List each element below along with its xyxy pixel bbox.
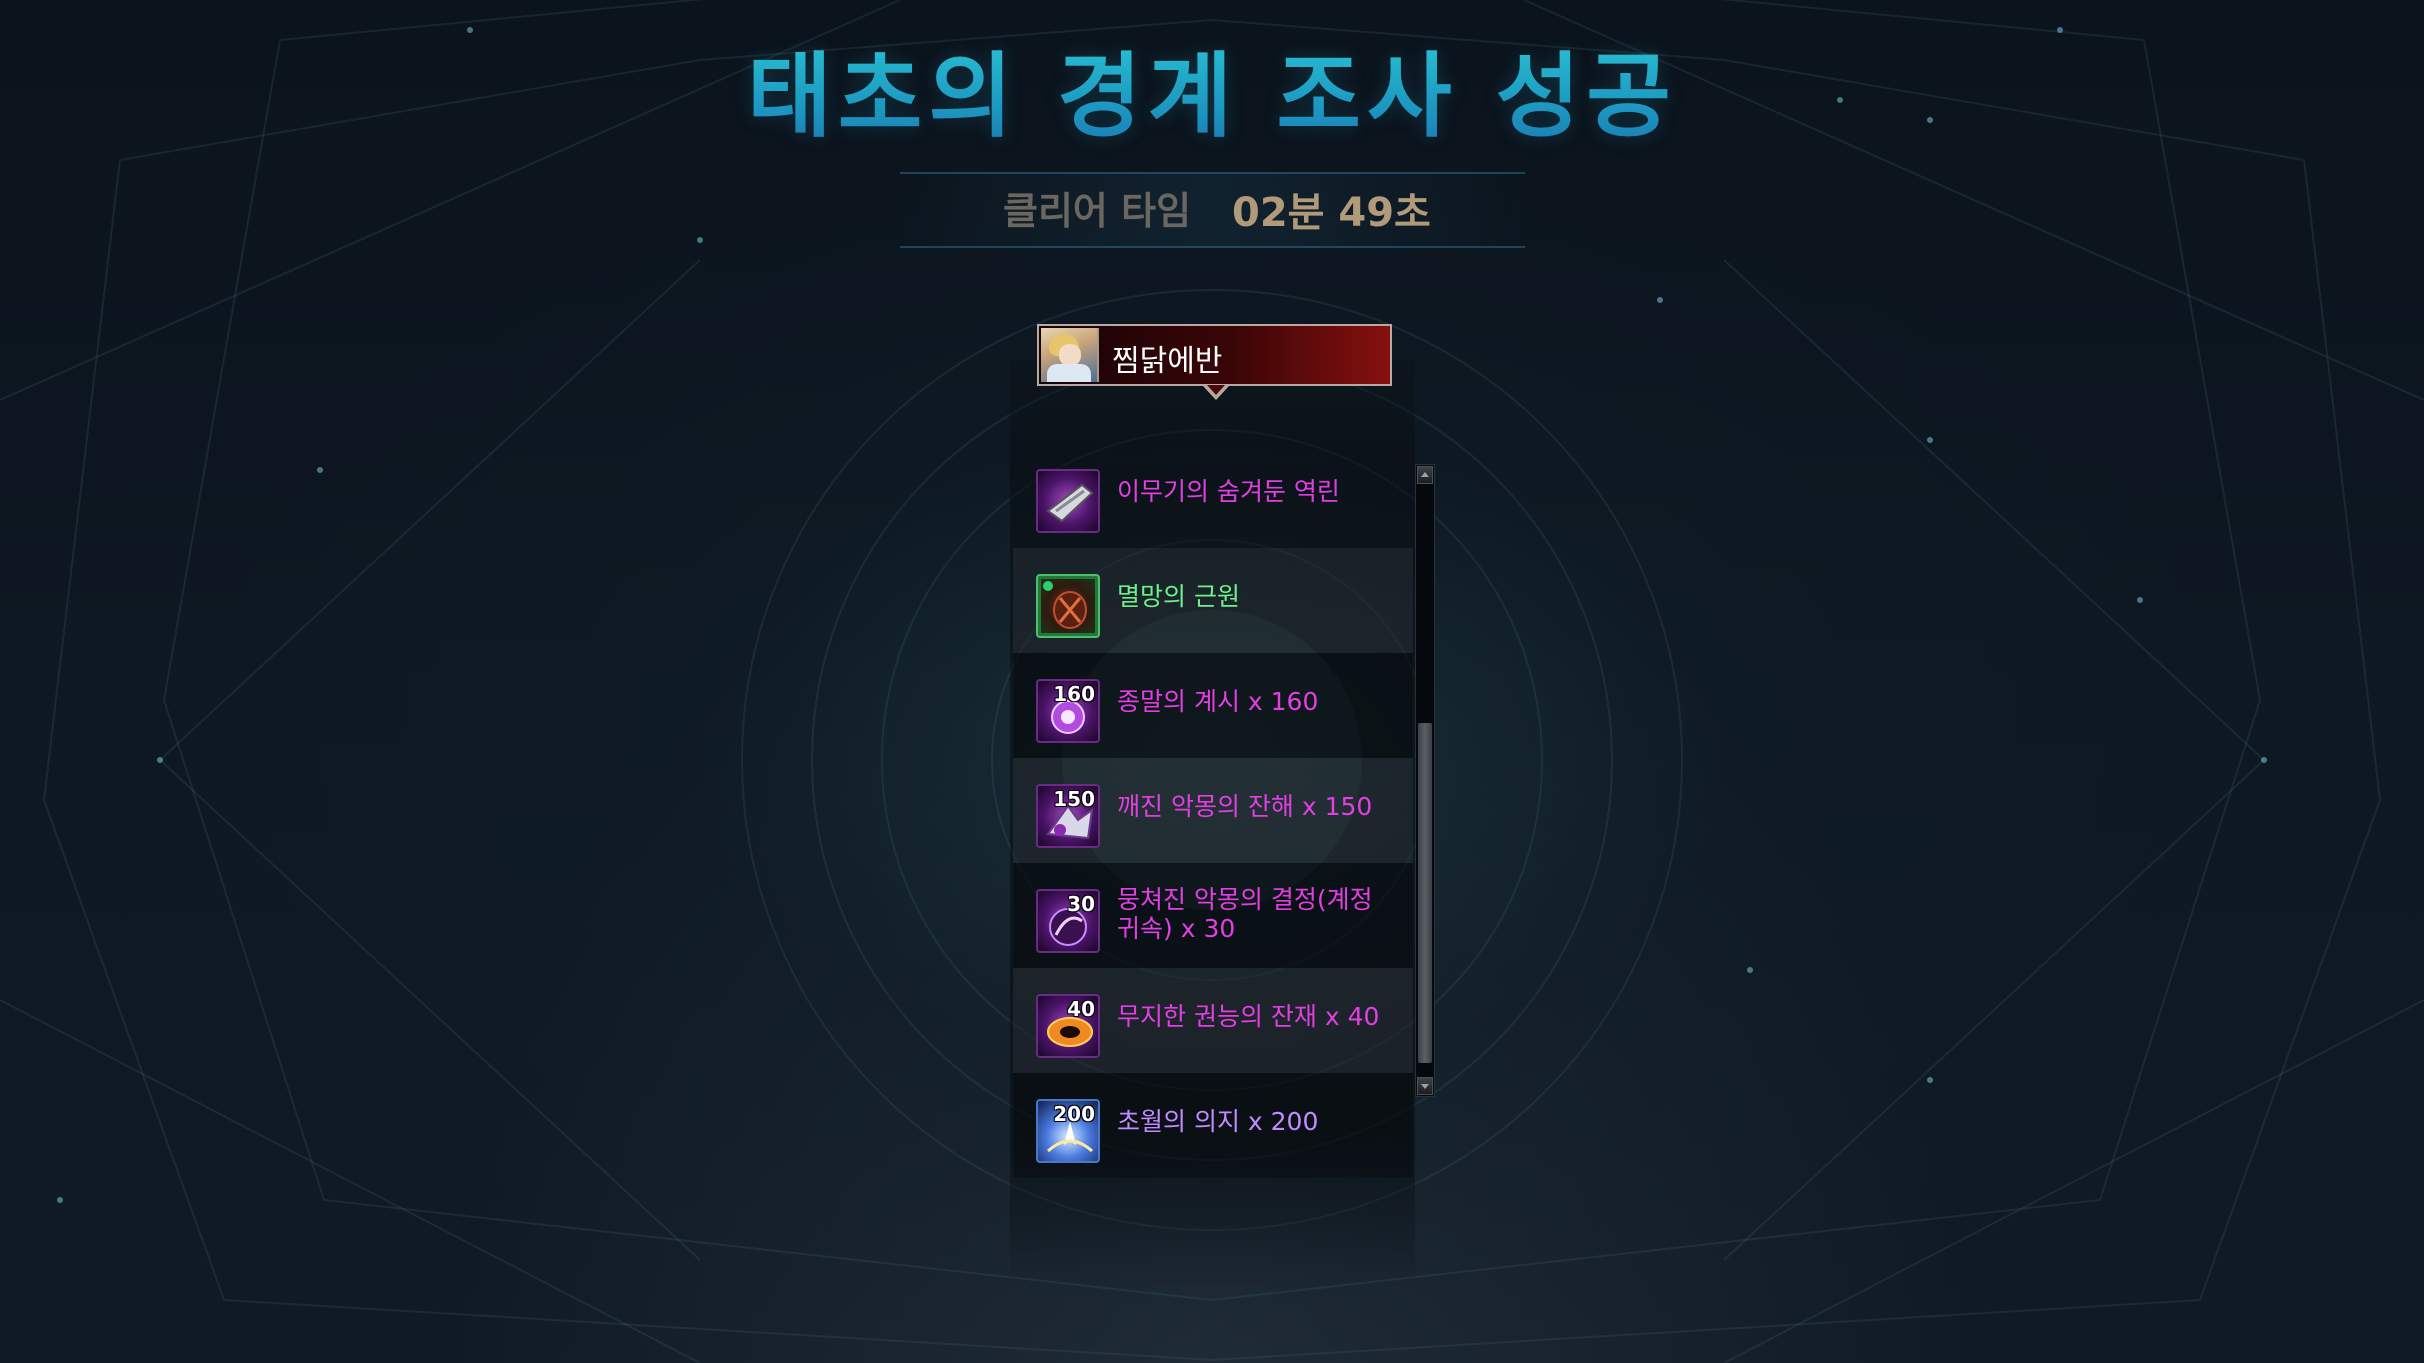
list-item[interactable]: 멸망의 근원: [1013, 548, 1413, 653]
result-title: 태초의 경계 조사 성공: [0, 22, 2424, 155]
nightmare-debris-icon[interactable]: 150: [1036, 784, 1100, 848]
avatar: [1041, 328, 1099, 382]
reward-name: 이무기의 숨겨둔 역린: [1117, 477, 1340, 506]
list-item[interactable]: 40 무지한 권능의 잔재 x 40: [1013, 968, 1413, 1073]
scroll-down-button[interactable]: [1417, 1077, 1433, 1095]
destruction-source-icon[interactable]: [1036, 574, 1100, 638]
list-item[interactable]: 150 깨진 악몽의 잔해 x 150: [1013, 758, 1413, 863]
list-item[interactable]: 30 뭉쳐진 악몽의 결정(계정 귀속) x 30: [1013, 863, 1413, 968]
item-count: 200: [1053, 1102, 1095, 1126]
clear-time-bar: [900, 172, 1525, 248]
transcendence-will-icon[interactable]: 200: [1036, 1099, 1100, 1163]
nightmare-crystal-icon[interactable]: 30: [1036, 889, 1100, 953]
result-screen: 태초의 경계 조사 성공 클리어 타임 02분 49초 찜닭에반 이무기의 숨겨…: [0, 0, 2424, 1363]
list-item[interactable]: 200 초월의 의지 x 200: [1013, 1073, 1413, 1178]
list-item[interactable]: 이무기의 숨겨둔 역린: [1013, 443, 1413, 548]
item-count: 30: [1067, 892, 1095, 916]
reward-name: 무지한 권능의 잔재 x 40: [1117, 1002, 1380, 1031]
player-name: 찜닭에반: [1112, 344, 1223, 379]
reward-scrollbar[interactable]: [1415, 464, 1435, 1097]
list-item[interactable]: 160 종말의 계시 x 160: [1013, 653, 1413, 758]
scroll-up-button[interactable]: [1417, 466, 1433, 484]
item-count: 150: [1053, 787, 1095, 811]
reward-name: 초월의 의지 x 200: [1117, 1107, 1319, 1136]
player-nameplate: 찜닭에반: [1037, 324, 1392, 386]
reward-name: 뭉쳐진 악몽의 결정(계정 귀속) x 30: [1117, 885, 1373, 943]
reward-list[interactable]: 이무기의 숨겨둔 역린 멸망의 근원 160 종말의 계시 x 160 150 …: [1013, 443, 1413, 1178]
clear-time-value: 02분 49초: [1232, 190, 1431, 236]
reward-name: 멸망의 근원: [1117, 582, 1240, 611]
power-remnant-icon[interactable]: 40: [1036, 994, 1100, 1058]
reward-name: 깨진 악몽의 잔해 x 150: [1117, 792, 1373, 821]
revelation-orb-icon[interactable]: 160: [1036, 679, 1100, 743]
item-count: 40: [1067, 997, 1095, 1021]
reverse-scale-icon[interactable]: [1036, 469, 1100, 533]
clear-time-label: 클리어 타임: [1003, 189, 1192, 233]
scroll-thumb[interactable]: [1418, 723, 1432, 1063]
item-count: 160: [1053, 682, 1095, 706]
reward-name: 종말의 계시 x 160: [1117, 687, 1319, 716]
